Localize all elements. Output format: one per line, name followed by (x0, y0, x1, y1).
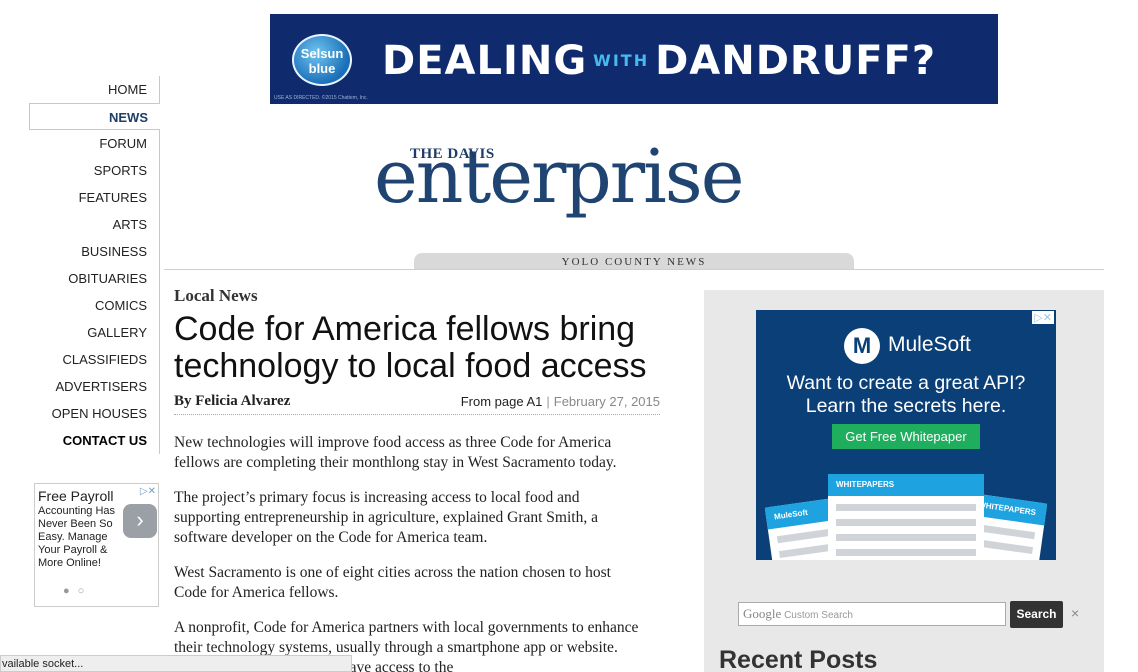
article-paragraph: The project’s primary focus is increasin… (174, 489, 598, 546)
top-banner-ad[interactable]: Selsun blue DEALING WITH DANDRUFF? USE AS … (270, 14, 998, 104)
mulesoft-ad[interactable]: ▷✕ M MuleSoft Want to create a great API… (756, 310, 1056, 560)
article-title: Code for America fellows bring technolog… (174, 310, 647, 385)
article: Local News Code for America fellows brin… (174, 286, 664, 672)
mulesoft-ad-line2: Learn the secrets here. (805, 395, 1007, 417)
chevron-right-icon[interactable]: › (123, 504, 157, 538)
nav-item-features[interactable]: FEATURES (29, 184, 160, 211)
ad-headline-part2: DANDRUFF? (655, 38, 937, 84)
whitepaper-card-center-label: WHITEPAPERS (828, 474, 984, 496)
nav-item-open-houses[interactable]: OPEN HOUSES (29, 400, 160, 427)
article-paragraph: West Sacramento is one of eight cities a… (174, 564, 611, 601)
ad-headline: DEALING WITH DANDRUFF? (382, 38, 936, 84)
masthead-the-davis: THE DAVIS (410, 146, 495, 162)
article-page-ref: From page A1 | February 27, 2015 (461, 394, 660, 409)
article-section-label[interactable]: Local News (174, 286, 664, 306)
masthead-tagline: YOLO COUNTY NEWS (414, 253, 854, 270)
search-input[interactable]: Google Custom Search (738, 602, 1006, 626)
article-page-number: From page A1 (460, 394, 543, 409)
header-divider (164, 269, 1104, 270)
nav-item-business[interactable]: BUSINESS (29, 238, 160, 265)
google-label: Google (743, 606, 782, 621)
nav-item-arts[interactable]: ARTS (29, 211, 160, 238)
article-body: New technologies will improve food acces… (174, 433, 664, 672)
article-date: February 27, 2015 (553, 394, 660, 409)
nav-item-classifieds[interactable]: CLASSIFIEDS (29, 346, 160, 373)
close-icon[interactable]: × (1071, 605, 1079, 621)
carousel-dots[interactable]: ●○ (63, 585, 92, 597)
ad-headline-part1: DEALING (382, 38, 588, 84)
article-paragraph: New technologies will improve food acces… (174, 434, 617, 471)
nav-item-obituaries[interactable]: OBITUARIES (29, 265, 160, 292)
whitepaper-card-center: WHITEPAPERS (828, 474, 984, 560)
payroll-ad-title: Free Payroll (38, 488, 114, 504)
nav-item-comics[interactable]: COMICS (29, 292, 160, 319)
nav-item-contact-us[interactable]: CONTACT US (29, 427, 160, 454)
nav-item-gallery[interactable]: GALLERY (29, 319, 160, 346)
nav-item-forum[interactable]: FORUM (29, 130, 160, 157)
selsun-blue-logo: Selsun blue (292, 34, 352, 86)
nav-item-home[interactable]: HOME (29, 76, 160, 103)
get-whitepaper-button[interactable]: Get Free Whitepaper (832, 424, 980, 449)
payroll-ad-body: Accounting Has Never Been So Easy. Manag… (38, 505, 116, 569)
nav-item-sports[interactable]: SPORTS (29, 157, 160, 184)
nav-item-advertisers[interactable]: ADVERTISERS (29, 373, 160, 400)
article-byline: By Felicia Alvarez (174, 393, 291, 409)
adchoices-icon[interactable]: ▷✕ (140, 486, 156, 497)
mulesoft-ad-line1: Want to create a great API? (786, 372, 1026, 394)
mulesoft-name: MuleSoft (888, 333, 971, 356)
browser-status-bar: vailable socket... (0, 655, 352, 672)
recent-posts-heading: Recent Posts (719, 646, 878, 672)
article-meta: By Felicia Alvarez From page A1 | February… (174, 389, 660, 415)
ad-fine-print: USE AS DIRECTED. ©2015 Chattem, Inc. (274, 95, 368, 101)
payroll-ad[interactable]: Free Payroll Accounting Has Never Been S… (34, 483, 159, 607)
nav-item-news[interactable]: NEWS (29, 103, 160, 130)
meta-separator: | (546, 394, 550, 409)
search-button[interactable]: Search (1010, 601, 1063, 628)
left-navigation: HOME NEWS FORUM SPORTS FEATURES ARTS BUSINESS O… (29, 76, 160, 454)
adchoices-icon[interactable]: ▷✕ (1032, 311, 1054, 324)
masthead-logo[interactable]: enterprise THE DAVIS (374, 134, 914, 237)
mulesoft-logo-icon: M (844, 328, 880, 364)
ad-headline-with: WITH (593, 51, 650, 70)
search-placeholder: Custom Search (784, 610, 853, 621)
